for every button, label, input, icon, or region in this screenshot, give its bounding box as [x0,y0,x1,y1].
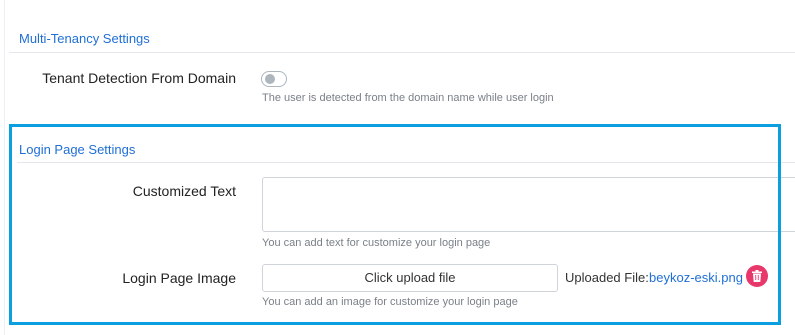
left-border [4,0,5,335]
tenant-detection-label: Tenant Detection From Domain [42,70,236,86]
uploaded-file-link[interactable]: beykoz-eski.png [649,270,743,285]
section-divider [9,52,795,53]
login-page-image-label: Login Page Image [122,270,236,286]
multi-tenancy-section-title: Multi-Tenancy Settings [19,31,150,46]
customized-text-input[interactable] [262,177,795,232]
uploaded-file-label: Uploaded File: [565,270,649,285]
customized-text-label: Customized Text [132,183,236,199]
customized-text-help: You can add text for customize your logi… [262,237,491,249]
delete-file-button[interactable] [746,265,768,287]
login-page-section-title: Login Page Settings [19,142,136,157]
trash-icon [752,270,762,282]
login-page-image-help: You can add an image for customize your … [262,296,518,308]
toggle-knob [265,74,275,84]
section-divider [17,162,795,163]
tenant-detection-toggle[interactable] [261,71,287,87]
upload-file-button[interactable]: Click upload file [262,264,558,292]
tenant-detection-help: The user is detected from the domain nam… [262,92,554,104]
